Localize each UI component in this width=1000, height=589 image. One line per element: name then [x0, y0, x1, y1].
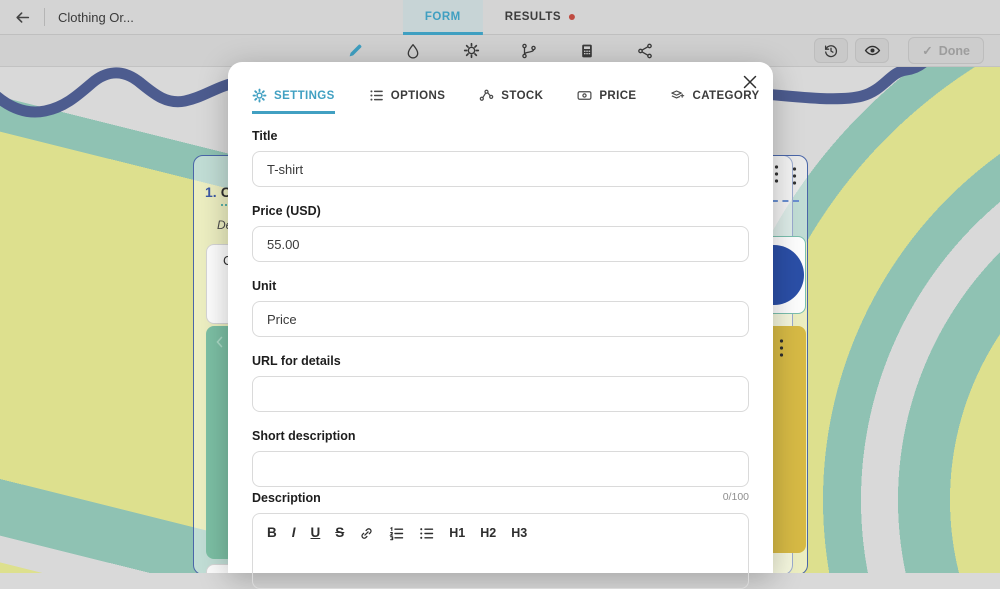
form-title: Clothing Or...: [58, 10, 134, 25]
italic-button[interactable]: I: [292, 525, 296, 541]
close-icon: [743, 75, 757, 89]
bold-button[interactable]: B: [267, 525, 277, 541]
preview-button[interactable]: [855, 38, 889, 63]
tab-settings[interactable]: SETTINGS: [252, 88, 335, 114]
kebab-menu-icon[interactable]: [774, 164, 779, 184]
chevron-left-icon: [212, 334, 228, 350]
product-settings-modal: SETTINGS OPTIONS STOCK: [228, 62, 773, 573]
category-layers-icon: [670, 88, 685, 103]
link-button[interactable]: [359, 526, 374, 541]
tab-settings-label: SETTINGS: [274, 90, 335, 102]
calculator-icon: [579, 43, 595, 59]
edit-pencil-button[interactable]: [345, 41, 365, 61]
ordered-list-button[interactable]: [389, 526, 404, 541]
tab-options[interactable]: OPTIONS: [369, 88, 446, 114]
tab-price-label: PRICE: [599, 90, 636, 102]
eye-icon: [864, 42, 881, 59]
description-editor[interactable]: B I U S: [252, 513, 749, 589]
close-button[interactable]: [741, 73, 759, 91]
topbar-tabs: FORM RESULTS: [403, 0, 597, 35]
field-label-description: Description: [252, 491, 749, 505]
field-label-short-description: Short description: [252, 429, 749, 443]
field-label-unit: Unit: [252, 279, 749, 293]
stock-nodes-icon: [479, 88, 494, 103]
tab-price[interactable]: PRICE: [577, 88, 636, 114]
done-label: Done: [939, 44, 970, 58]
done-button[interactable]: ✓ Done: [908, 37, 984, 64]
field-label-url: URL for details: [252, 354, 749, 368]
field-label-price: Price (USD): [252, 204, 749, 218]
share-icon: [637, 43, 653, 59]
title-input[interactable]: [252, 151, 749, 187]
heading3-button[interactable]: H3: [511, 525, 527, 541]
history-icon: [823, 43, 839, 59]
settings-button[interactable]: [461, 41, 481, 61]
question-index: 1.: [205, 184, 217, 200]
ordered-list-icon: [389, 526, 404, 541]
gear-icon: [463, 42, 480, 59]
back-arrow-icon: [14, 9, 31, 26]
tab-results-label: RESULTS: [505, 11, 561, 23]
link-icon: [359, 526, 374, 541]
pencil-icon: [347, 42, 364, 59]
heading1-button[interactable]: H1: [449, 525, 465, 541]
editor-toolbar: B I U S: [267, 525, 734, 541]
logic-button[interactable]: [519, 41, 539, 61]
kebab-menu-icon[interactable]: [792, 166, 797, 186]
tab-results[interactable]: RESULTS: [483, 0, 597, 35]
unordered-list-icon: [419, 526, 434, 541]
url-input[interactable]: [252, 376, 749, 412]
tab-category-label: CATEGORY: [692, 90, 759, 102]
strikethrough-button[interactable]: S: [335, 525, 344, 541]
back-button[interactable]: [0, 0, 44, 35]
share-button[interactable]: [635, 41, 655, 61]
droplet-icon: [405, 43, 421, 59]
results-notification-dot: [569, 14, 575, 20]
git-branch-icon: [521, 43, 537, 59]
underline-button[interactable]: U: [311, 525, 321, 541]
settings-gear-icon: [252, 88, 267, 103]
tab-stock-label: STOCK: [501, 90, 543, 102]
unit-input[interactable]: [252, 301, 749, 337]
modal-tab-bar: SETTINGS OPTIONS STOCK: [252, 88, 749, 114]
check-icon: ✓: [922, 43, 932, 58]
calculator-button[interactable]: [577, 41, 597, 61]
tab-options-label: OPTIONS: [391, 90, 446, 102]
tab-form[interactable]: FORM: [403, 0, 483, 35]
banknote-icon: [577, 88, 592, 103]
list-icon: [369, 88, 384, 103]
history-button[interactable]: [814, 38, 848, 63]
topbar-divider: [44, 8, 45, 26]
heading2-button[interactable]: H2: [480, 525, 496, 541]
kebab-menu-icon[interactable]: [779, 338, 784, 358]
field-label-title: Title: [252, 129, 749, 143]
style-button[interactable]: [403, 41, 423, 61]
tab-category[interactable]: CATEGORY: [670, 88, 759, 114]
price-input[interactable]: [252, 226, 749, 262]
unordered-list-button[interactable]: [419, 526, 434, 541]
top-bar: Clothing Or... FORM RESULTS: [0, 0, 1000, 35]
short-description-input[interactable]: [252, 451, 749, 487]
tab-stock[interactable]: STOCK: [479, 88, 543, 114]
